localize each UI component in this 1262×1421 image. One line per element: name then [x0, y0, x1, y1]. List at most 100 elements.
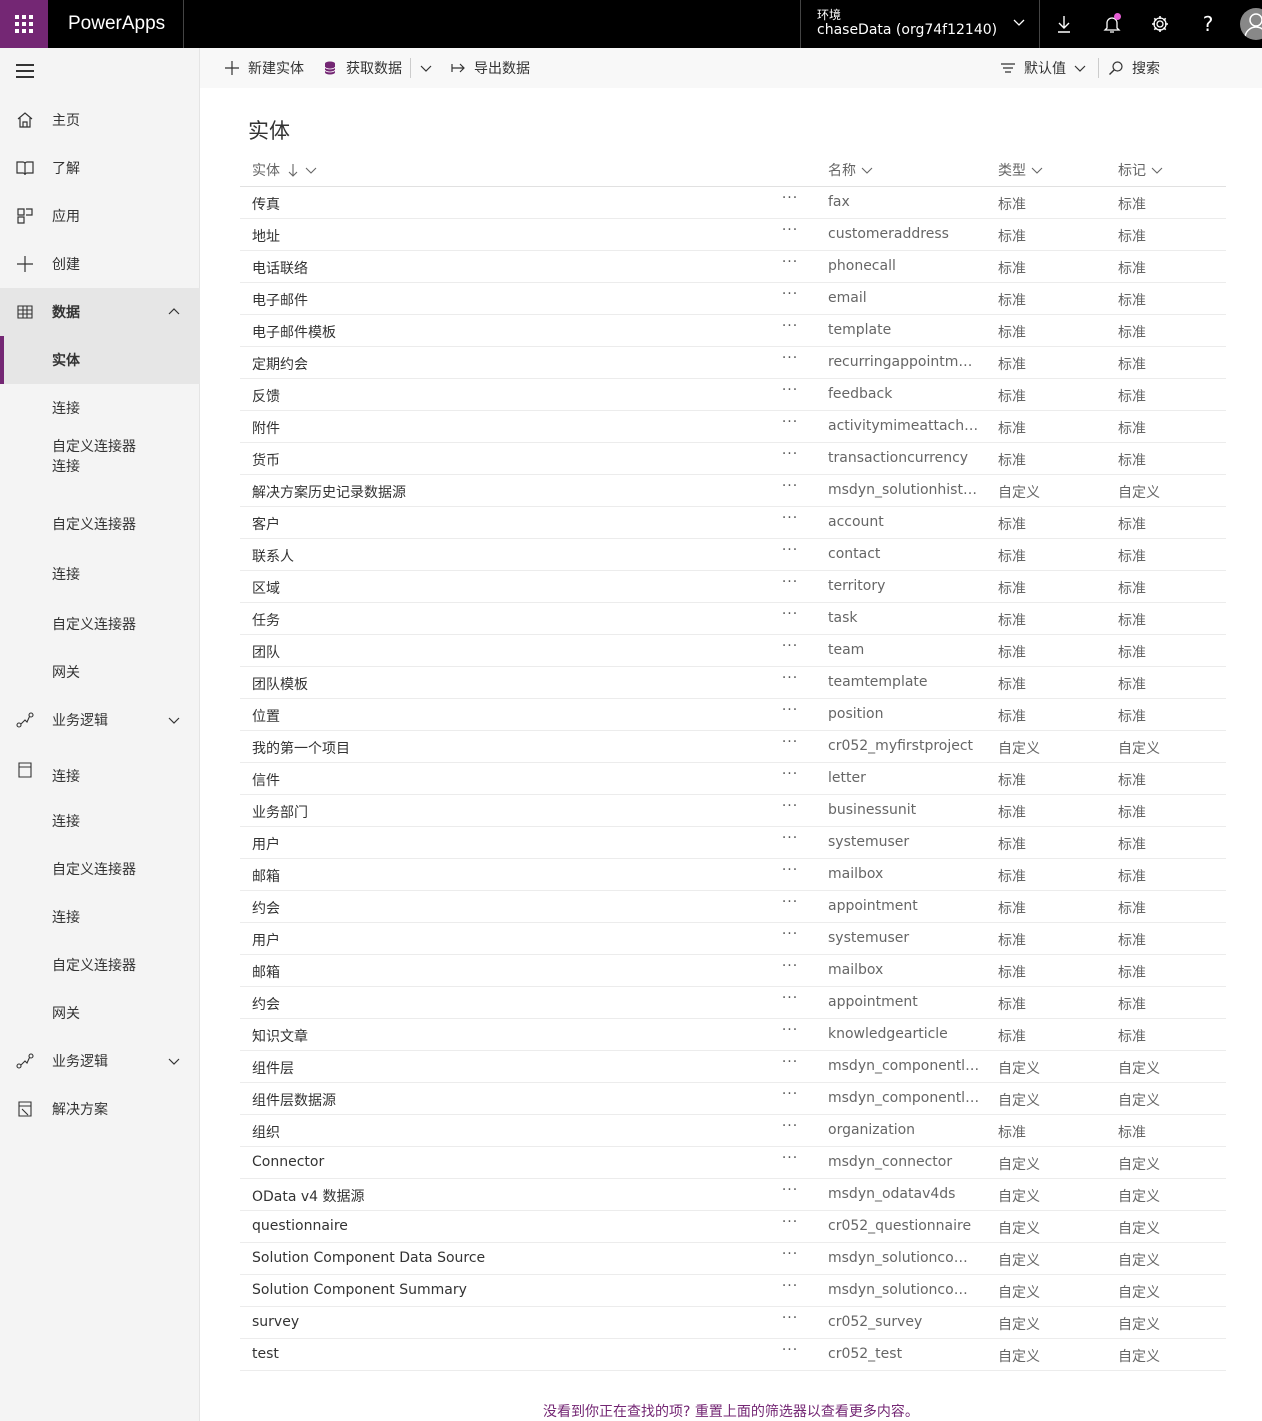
nav-item-connections[interactable]: 连接: [0, 550, 200, 598]
nav-item-solutions-overlap[interactable]: 连接: [0, 752, 200, 800]
table-row[interactable]: Connector ··· msdyn_connector 自定义 自定义: [240, 1147, 1226, 1179]
more-options-button[interactable]: ···: [778, 1182, 802, 1206]
more-options-button[interactable]: ···: [778, 286, 802, 310]
more-options-button[interactable]: ···: [778, 254, 802, 278]
table-row[interactable]: 组件层 ··· msdyn_componentlayer 自定义 自定义: [240, 1051, 1226, 1083]
table-row[interactable]: 我的第一个项目 ··· cr052_myfirstproject 自定义 自定义: [240, 731, 1226, 763]
entity-display-name[interactable]: 电子邮件: [252, 290, 752, 310]
table-row[interactable]: 团队模板 ··· teamtemplate 标准 标准: [240, 667, 1226, 699]
entity-display-name[interactable]: 我的第一个项目: [252, 738, 752, 758]
nav-item-business-logic[interactable]: 业务逻辑: [0, 696, 200, 744]
entity-display-name[interactable]: 团队: [252, 642, 752, 662]
table-row[interactable]: 地址 ··· customeraddress 标准 标准: [240, 219, 1226, 251]
entity-display-name[interactable]: 区域: [252, 578, 752, 598]
entity-display-name[interactable]: 定期约会: [252, 354, 752, 374]
entity-display-name[interactable]: questionnaire: [252, 1218, 752, 1234]
entity-display-name[interactable]: 地址: [252, 226, 752, 246]
nav-item-custom-connectors[interactable]: 自定义连接器: [0, 845, 200, 893]
more-options-button[interactable]: ···: [778, 1278, 802, 1302]
more-options-button[interactable]: ···: [778, 1246, 802, 1270]
table-row[interactable]: 附件 ··· activitymimeattachment 标准 标准: [240, 411, 1226, 443]
more-options-button[interactable]: ···: [778, 190, 802, 214]
entity-display-name[interactable]: 用户: [252, 834, 752, 854]
more-options-button[interactable]: ···: [778, 798, 802, 822]
nav-item-learn[interactable]: 了解: [0, 144, 200, 192]
nav-item-solutions[interactable]: 解决方案: [0, 1085, 200, 1133]
column-header-entity[interactable]: 实体: [252, 160, 319, 180]
more-options-button[interactable]: ···: [778, 1310, 802, 1334]
nav-item-apps[interactable]: 应用: [0, 192, 200, 240]
column-header-tag[interactable]: 标记: [1118, 160, 1165, 180]
entity-display-name[interactable]: Connector: [252, 1154, 752, 1170]
entity-display-name[interactable]: Solution Component Summary: [252, 1282, 752, 1298]
entity-display-name[interactable]: 约会: [252, 994, 752, 1014]
table-row[interactable]: 电子邮件模板 ··· template 标准 标准: [240, 315, 1226, 347]
new-entity-button[interactable]: 新建实体: [224, 48, 304, 88]
more-options-button[interactable]: ···: [778, 1214, 802, 1238]
hamburger-menu-button[interactable]: [16, 64, 34, 78]
more-options-button[interactable]: ···: [778, 542, 802, 566]
entity-display-name[interactable]: 传真: [252, 194, 752, 214]
table-row[interactable]: 传真 ··· fax 标准 标准: [240, 187, 1226, 219]
table-row[interactable]: Solution Component Summary ··· msdyn_sol…: [240, 1275, 1226, 1307]
entity-display-name[interactable]: 知识文章: [252, 1026, 752, 1046]
more-options-button[interactable]: ···: [778, 222, 802, 246]
entity-display-name[interactable]: 货币: [252, 450, 752, 470]
table-row[interactable]: 用户 ··· systemuser 标准 标准: [240, 827, 1226, 859]
reset-filters-link[interactable]: 没看到你正在查找的项? 重置上面的筛选器以查看更多内容。: [200, 1401, 1262, 1421]
help-button[interactable]: ?: [1196, 12, 1220, 36]
table-row[interactable]: 任务 ··· task 标准 标准: [240, 603, 1226, 635]
table-row[interactable]: Solution Component Data Source ··· msdyn…: [240, 1243, 1226, 1275]
nav-item-custom-connectors[interactable]: 自定义连接器: [0, 941, 200, 989]
get-data-dropdown-button[interactable]: [418, 48, 434, 88]
entity-display-name[interactable]: 组件层: [252, 1058, 752, 1078]
table-row[interactable]: questionnaire ··· cr052_questionnaire 自定…: [240, 1211, 1226, 1243]
entity-display-name[interactable]: 邮箱: [252, 962, 752, 982]
more-options-button[interactable]: ···: [778, 1022, 802, 1046]
more-options-button[interactable]: ···: [778, 1342, 802, 1366]
nav-item-create[interactable]: 创建: [0, 240, 200, 288]
settings-button[interactable]: [1148, 12, 1172, 36]
notifications-button[interactable]: [1100, 12, 1124, 36]
more-options-button[interactable]: ···: [778, 1086, 802, 1110]
entity-display-name[interactable]: 解决方案历史记录数据源: [252, 482, 752, 502]
table-row[interactable]: 业务部门 ··· businessunit 标准 标准: [240, 795, 1226, 827]
table-row[interactable]: 组织 ··· organization 标准 标准: [240, 1115, 1226, 1147]
app-name[interactable]: PowerApps: [68, 13, 165, 35]
nav-item-home[interactable]: 主页: [0, 96, 200, 144]
entity-display-name[interactable]: 位置: [252, 706, 752, 726]
app-launcher-button[interactable]: [0, 0, 48, 48]
table-row[interactable]: 用户 ··· systemuser 标准 标准: [240, 923, 1226, 955]
entity-display-name[interactable]: survey: [252, 1314, 752, 1330]
nav-item-business-logic[interactable]: 业务逻辑: [0, 1037, 200, 1085]
table-row[interactable]: 联系人 ··· contact 标准 标准: [240, 539, 1226, 571]
table-row[interactable]: 区域 ··· territory 标准 标准: [240, 571, 1226, 603]
get-data-button[interactable]: 获取数据: [322, 48, 402, 88]
nav-item-gateways[interactable]: 网关: [0, 989, 200, 1037]
export-data-button[interactable]: 导出数据: [450, 48, 530, 88]
entity-display-name[interactable]: 约会: [252, 898, 752, 918]
more-options-button[interactable]: ···: [778, 702, 802, 726]
more-options-button[interactable]: ···: [778, 1054, 802, 1078]
more-options-button[interactable]: ···: [778, 734, 802, 758]
nav-item-connections[interactable]: 连接: [0, 797, 200, 845]
table-row[interactable]: test ··· cr052_test 自定义 自定义: [240, 1339, 1226, 1371]
entity-display-name[interactable]: test: [252, 1346, 752, 1362]
nav-item-custom-connectors[interactable]: 自定义连接器 连接: [0, 432, 200, 480]
entity-display-name[interactable]: Solution Component Data Source: [252, 1250, 752, 1266]
more-options-button[interactable]: ···: [778, 830, 802, 854]
more-options-button[interactable]: ···: [778, 958, 802, 982]
entity-display-name[interactable]: 反馈: [252, 386, 752, 406]
nav-item-custom-connectors[interactable]: 自定义连接器: [0, 600, 200, 648]
table-row[interactable]: OData v4 数据源 ··· msdyn_odatav4ds 自定义 自定义: [240, 1179, 1226, 1211]
nav-item-data[interactable]: 数据: [0, 288, 200, 336]
entity-display-name[interactable]: 电子邮件模板: [252, 322, 752, 342]
entity-display-name[interactable]: 电话联络: [252, 258, 752, 278]
table-row[interactable]: 邮箱 ··· mailbox 标准 标准: [240, 859, 1226, 891]
table-row[interactable]: 约会 ··· appointment 标准 标准: [240, 891, 1226, 923]
entity-display-name[interactable]: 任务: [252, 610, 752, 630]
entity-display-name[interactable]: 联系人: [252, 546, 752, 566]
more-options-button[interactable]: ···: [778, 1118, 802, 1142]
nav-item-connections[interactable]: 连接: [0, 893, 200, 941]
more-options-button[interactable]: ···: [778, 350, 802, 374]
